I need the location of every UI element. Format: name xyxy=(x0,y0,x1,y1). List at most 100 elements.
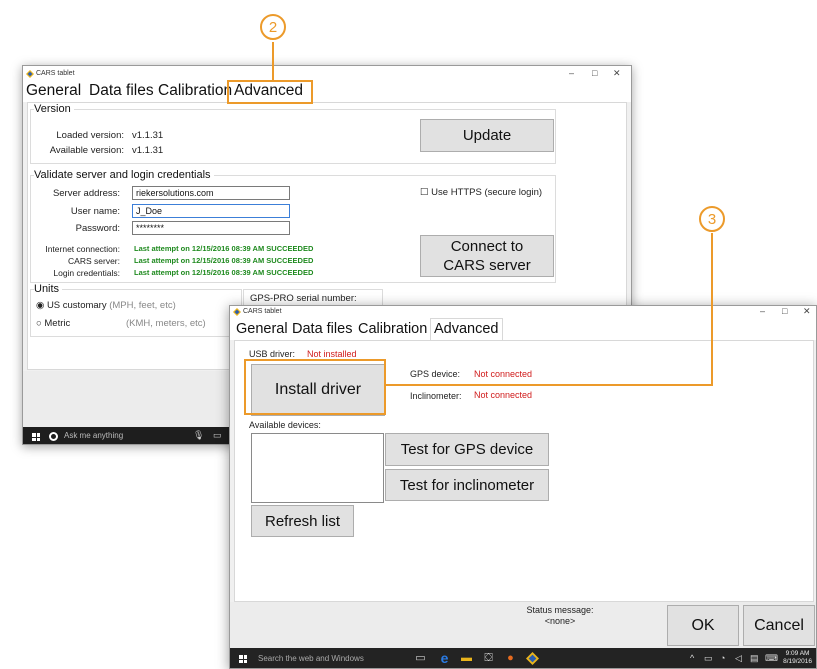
volume-icon[interactable]: ◁ xyxy=(735,653,742,664)
gps-device-status: Not connected xyxy=(474,369,533,379)
notifications-icon[interactable]: ▤ xyxy=(750,653,759,664)
server-address-input[interactable]: riekersolutions.com xyxy=(132,186,290,200)
callout-3-line-horizontal xyxy=(386,384,713,386)
credentials-heading: Validate server and login credentials xyxy=(34,169,214,181)
tray-overflow-icon[interactable]: ^ xyxy=(690,653,694,663)
units-group xyxy=(30,289,242,337)
clock-date: 8/19/2016 xyxy=(783,658,812,665)
loaded-version-label: Loaded version: xyxy=(56,130,124,141)
microphone-icon[interactable]: 🎙 xyxy=(193,430,204,441)
checkbox-icon: ☐ xyxy=(420,187,432,198)
refresh-list-button[interactable]: Refresh list xyxy=(251,505,354,537)
tab-calibration[interactable]: Calibration xyxy=(358,321,427,337)
inclinometer-label: Inclinometer: xyxy=(410,391,462,401)
available-version-value: v1.1.31 xyxy=(132,145,164,156)
available-devices-list[interactable] xyxy=(251,433,384,503)
tab-advanced[interactable]: Advanced xyxy=(430,318,503,341)
gps-serial-label: GPS-PRO serial number: xyxy=(250,293,357,304)
metric-label: Metric xyxy=(44,318,71,329)
tab-general[interactable]: General xyxy=(26,82,81,100)
test-inclinometer-button[interactable]: Test for inclinometer xyxy=(385,469,549,501)
cars-app-icon xyxy=(233,308,241,316)
test-gps-button[interactable]: Test for GPS device xyxy=(385,433,549,466)
window-title: CARS tablet xyxy=(36,70,75,77)
firefox-icon[interactable]: ● xyxy=(504,652,517,665)
tab-bar: General Data files Calibration Advanced xyxy=(230,318,816,341)
login-credentials-label: Login credentials: xyxy=(53,268,120,278)
loaded-version-value: v1.1.31 xyxy=(132,130,164,141)
status-message-value: <none> xyxy=(544,616,576,626)
keyboard-icon[interactable]: ⌨ xyxy=(765,653,778,664)
usb-driver-status: Not installed xyxy=(307,349,357,359)
password-label: Password: xyxy=(75,223,120,234)
callout-3-badge: 3 xyxy=(699,206,725,232)
available-version-label: Available version: xyxy=(49,145,124,156)
minimize-button[interactable]: – xyxy=(760,306,765,316)
login-status: Last attempt on 12/15/2016 08:39 AM SUCC… xyxy=(134,268,314,277)
callout-2-badge: 2 xyxy=(260,14,286,40)
wifi-icon[interactable]: ◔ xyxy=(720,653,725,663)
connect-server-button[interactable]: Connect to CARS server xyxy=(420,235,554,277)
clock-time: 9:09 AM xyxy=(785,650,810,657)
minimize-button[interactable]: – xyxy=(569,68,574,78)
tab-data-files[interactable]: Data files xyxy=(292,321,352,337)
internet-connection-label: Internet connection: xyxy=(45,244,120,254)
us-customary-hint: (MPH, feet, etc) xyxy=(109,300,176,311)
taskbar-search[interactable]: Ask me anything xyxy=(64,431,123,440)
cars-server-label: CARS server: xyxy=(68,256,120,266)
update-button[interactable]: Update xyxy=(420,119,554,152)
metric-radio[interactable]: ○ Metric (KMH, meters, etc) xyxy=(36,318,206,329)
inclinometer-status: Not connected xyxy=(474,390,533,400)
taskbar: Search the web and Windows ▭ e ▬ ⛋ ● ^ ▭… xyxy=(230,648,816,668)
usb-driver-label: USB driver: xyxy=(249,349,296,359)
user-name-label: User name: xyxy=(70,206,120,217)
connect-button-line1: Connect to xyxy=(450,238,524,255)
us-customary-radio[interactable]: ◉ US customary (MPH, feet, etc) xyxy=(36,300,176,311)
radio-selected-icon: ◉ xyxy=(36,300,47,311)
connect-button-line2: CARS server xyxy=(443,257,531,274)
available-devices-label: Available devices: xyxy=(249,420,321,430)
cancel-button[interactable]: Cancel xyxy=(743,605,815,646)
file-explorer-icon[interactable]: ▬ xyxy=(460,652,473,665)
battery-icon[interactable]: ▭ xyxy=(704,653,713,664)
advanced-tab-highlight xyxy=(227,80,313,104)
server-address-label: Server address: xyxy=(52,188,120,199)
tab-bar: General Data files Calibration Advanced xyxy=(23,82,631,102)
ok-button[interactable]: OK xyxy=(667,605,739,646)
close-button[interactable]: ✕ xyxy=(613,68,621,79)
version-heading: Version xyxy=(34,103,74,115)
taskbar-clock[interactable]: 9:09 AM 8/19/2016 xyxy=(783,650,812,666)
taskbar-search[interactable]: Search the web and Windows xyxy=(258,654,364,663)
tab-calibration[interactable]: Calibration xyxy=(158,82,232,100)
password-input[interactable]: ******** xyxy=(132,221,290,235)
screenshot-stage: CARS tablet – □ ✕ General Data files Cal… xyxy=(0,0,817,669)
task-view-icon[interactable]: ▭ xyxy=(213,430,222,441)
maximize-button[interactable]: □ xyxy=(782,306,787,316)
units-heading: Units xyxy=(34,283,63,295)
cars-server-status: Last attempt on 12/15/2016 08:39 AM SUCC… xyxy=(134,256,314,265)
title-bar: CARS tablet – □ ✕ xyxy=(23,66,631,82)
tab-data-files[interactable]: Data files xyxy=(89,82,154,100)
us-customary-label: US customary xyxy=(46,300,107,311)
store-icon[interactable]: ⛋ xyxy=(482,652,495,665)
install-driver-highlight xyxy=(244,359,386,415)
close-button[interactable]: ✕ xyxy=(803,306,811,317)
cars-app-icon xyxy=(26,70,34,78)
task-view-icon[interactable]: ▭ xyxy=(414,652,427,665)
cortana-icon[interactable] xyxy=(49,432,58,441)
callout-2-line xyxy=(272,42,274,80)
start-windows-icon[interactable] xyxy=(239,655,247,663)
metric-hint: (KMH, meters, etc) xyxy=(126,318,206,329)
maximize-button[interactable]: □ xyxy=(592,68,597,78)
use-https-label: Use HTTPS (secure login) xyxy=(431,187,543,198)
edge-browser-icon[interactable]: e xyxy=(438,651,451,665)
tab-general[interactable]: General xyxy=(236,321,288,337)
internet-status: Last attempt on 12/15/2016 08:39 AM SUCC… xyxy=(134,244,314,253)
status-message-label: Status message: xyxy=(526,605,594,615)
callout-3-line-vertical xyxy=(711,233,713,386)
cars-taskbar-icon[interactable] xyxy=(526,652,539,665)
start-windows-icon[interactable] xyxy=(32,433,40,441)
use-https-checkbox[interactable]: ☐ Use HTTPS (secure login) xyxy=(420,187,542,198)
window-footer: Status message: <none> OK Cancel xyxy=(230,602,816,648)
user-name-input[interactable]: J_Doe xyxy=(132,204,290,218)
